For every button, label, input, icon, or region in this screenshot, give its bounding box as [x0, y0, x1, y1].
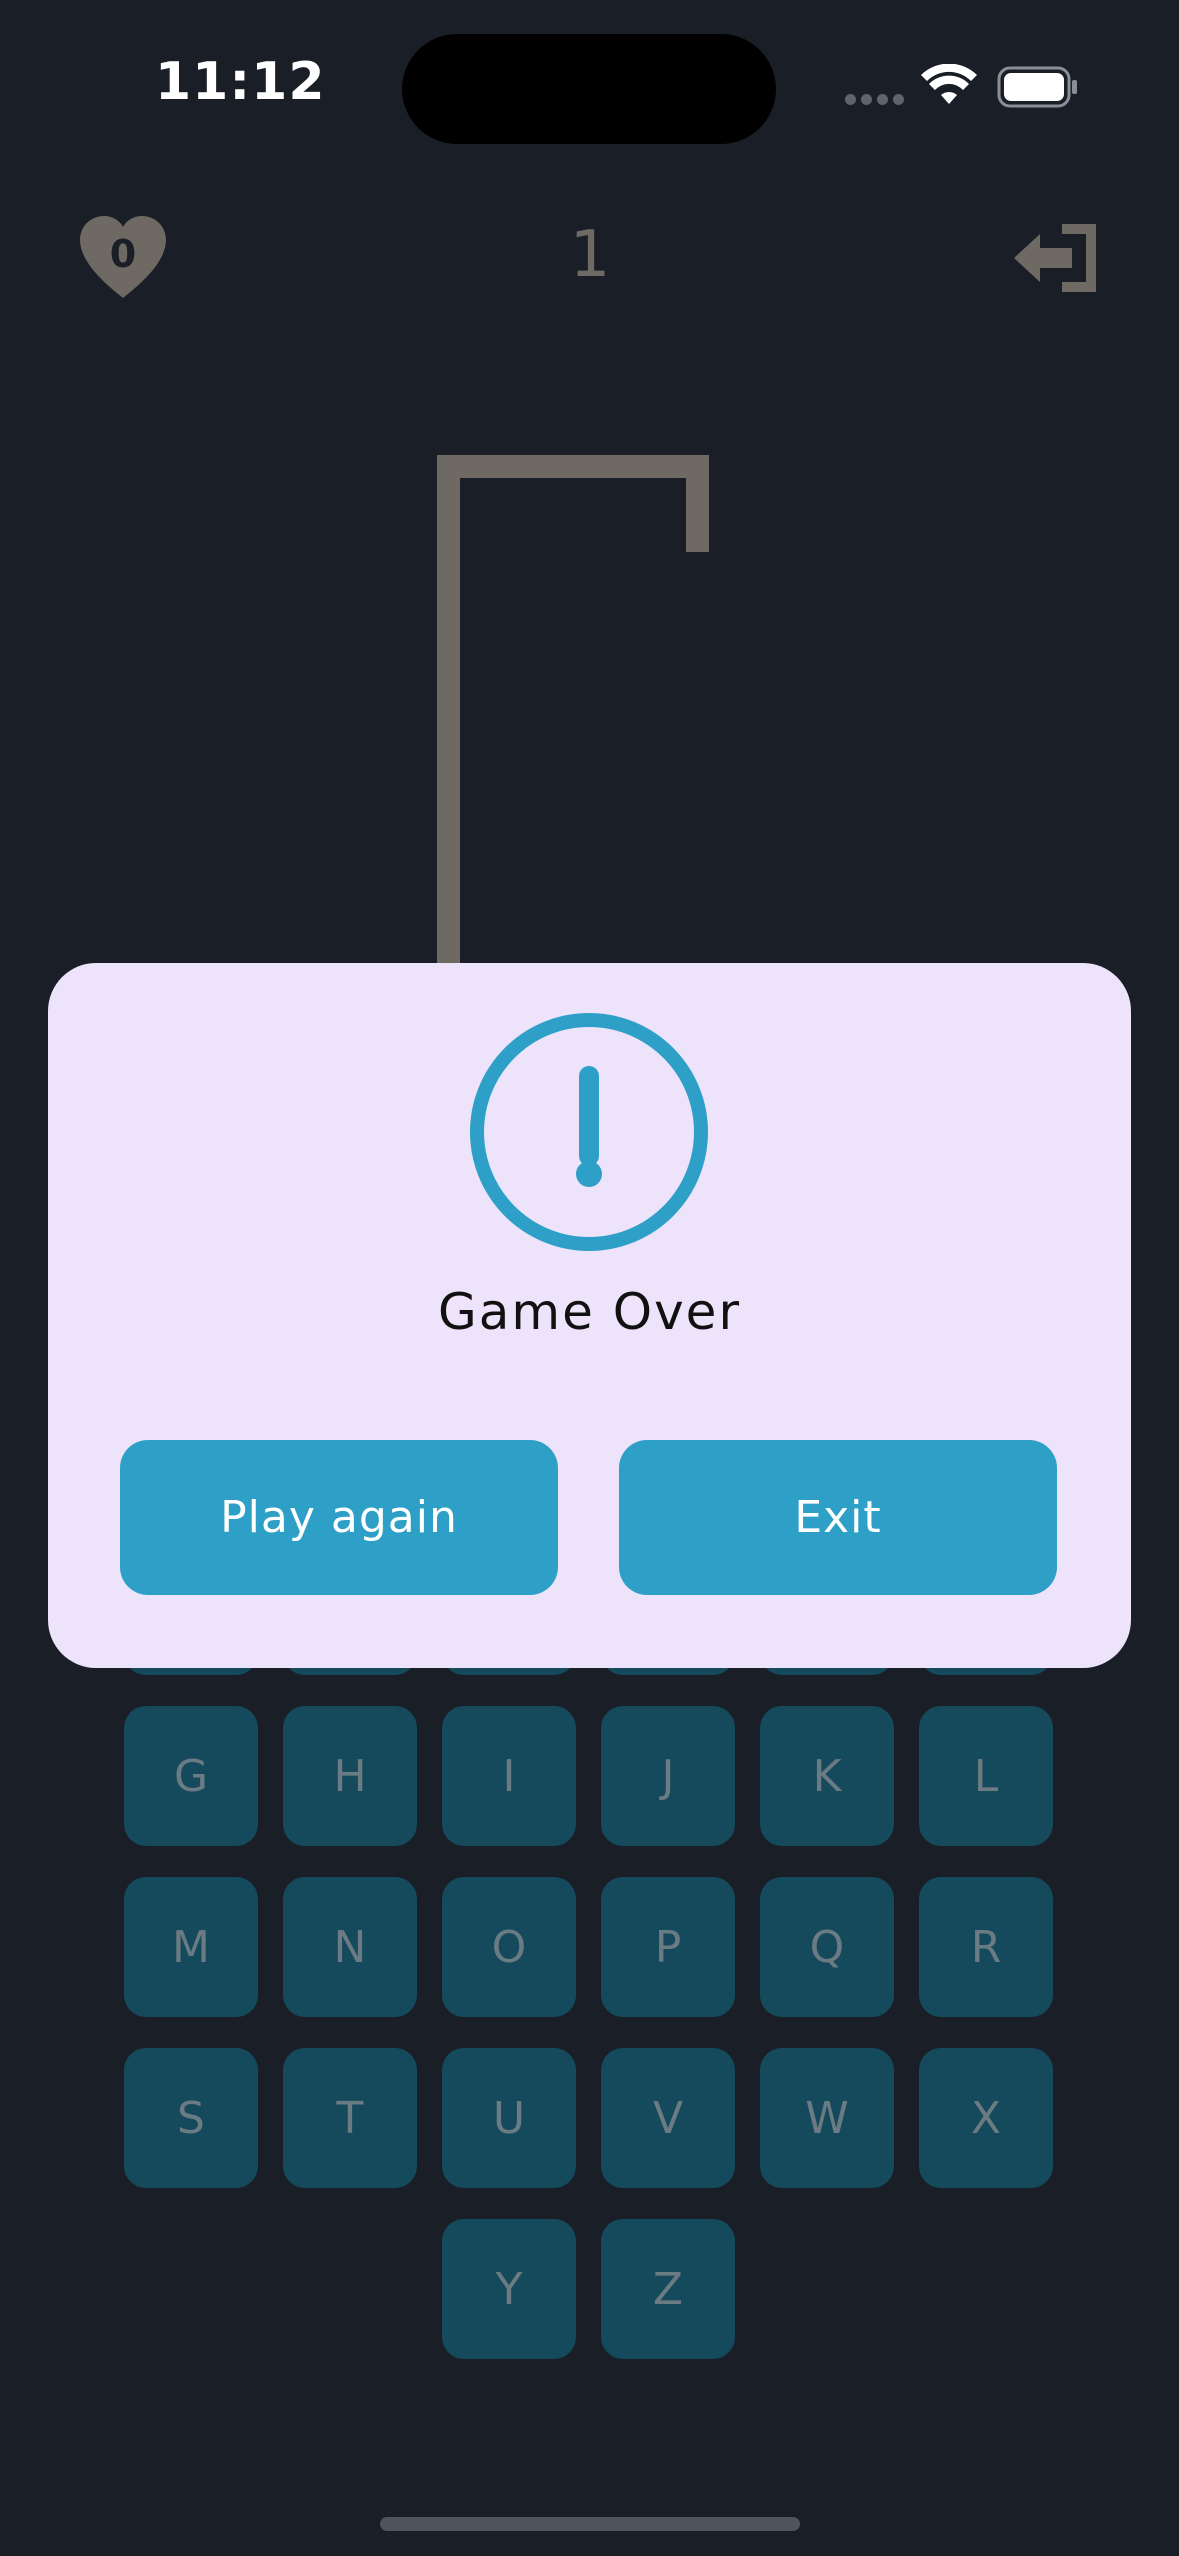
letter-key-j[interactable]: J — [601, 1706, 735, 1846]
letter-key-i[interactable]: I — [442, 1706, 576, 1846]
home-indicator[interactable] — [380, 2517, 800, 2531]
letter-key-p[interactable]: P — [601, 1877, 735, 2017]
letter-key-r[interactable]: R — [919, 1877, 1053, 2017]
letter-key-l[interactable]: L — [919, 1706, 1053, 1846]
letter-key-w[interactable]: W — [760, 2048, 894, 2188]
letter-key-m[interactable]: M — [124, 1877, 258, 2017]
letter-key-o[interactable]: O — [442, 1877, 576, 2017]
letter-key-t[interactable]: T — [283, 2048, 417, 2188]
letter-key-y[interactable]: Y — [442, 2219, 576, 2359]
letter-key-n[interactable]: N — [283, 1877, 417, 2017]
letter-key-k[interactable]: K — [760, 1706, 894, 1846]
letter-key-s[interactable]: S — [124, 2048, 258, 2188]
letter-key-g[interactable]: G — [124, 1706, 258, 1846]
exit-button[interactable]: Exit — [619, 1440, 1057, 1595]
letter-key-u[interactable]: U — [442, 2048, 576, 2188]
game-screen: 11:12 0 1 GHIJKLMNOPQRSTUVWXYZ Game Over… — [0, 0, 1179, 2556]
letter-key-v[interactable]: V — [601, 2048, 735, 2188]
letter-key-q[interactable]: Q — [760, 1877, 894, 2017]
modal-title: Game Over — [437, 1283, 741, 1341]
exclamation-circle-icon — [470, 1013, 708, 1251]
letter-key-z[interactable]: Z — [601, 2219, 735, 2359]
game-over-dialog: Game Over Play again Exit — [48, 963, 1131, 1668]
play-again-button[interactable]: Play again — [120, 1440, 558, 1595]
letter-key-x[interactable]: X — [919, 2048, 1053, 2188]
letter-key-h[interactable]: H — [283, 1706, 417, 1846]
